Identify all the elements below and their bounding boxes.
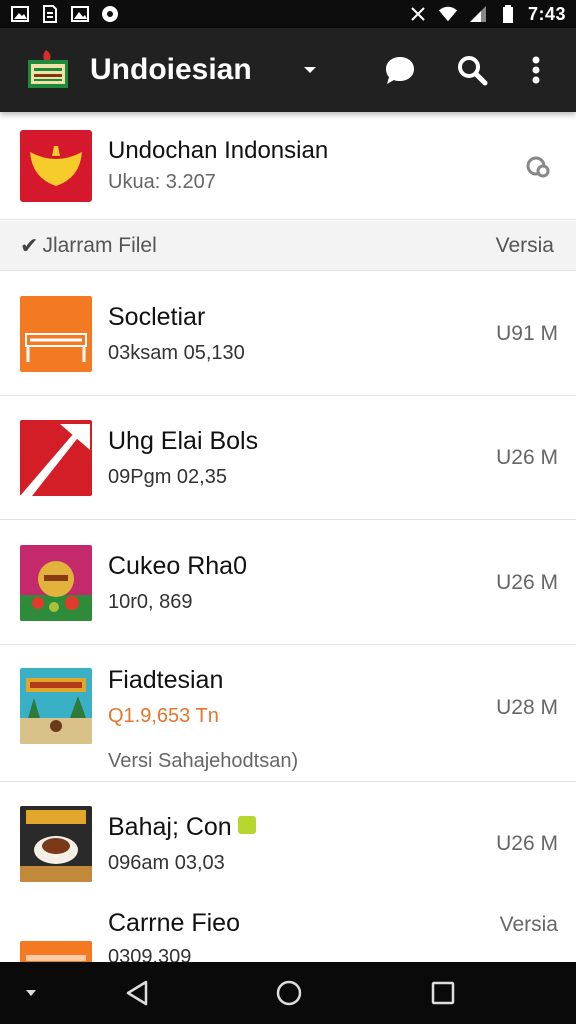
item-subtitle: Q1.9,653 Tn <box>108 705 219 727</box>
wifi-icon <box>438 5 458 23</box>
app-title: Undoiesian <box>90 53 252 86</box>
home-button[interactable] <box>212 962 366 1024</box>
app-bar: Undoiesian <box>0 28 576 112</box>
item-thumbnail <box>20 420 92 496</box>
item-title: Fiadtesian <box>108 666 224 694</box>
list-item[interactable]: Uhg Elai Bols 09Pgm 02,35 U26 M <box>0 397 576 520</box>
item-title: Bahaj; Con <box>108 813 232 841</box>
refresh-icon <box>526 156 550 177</box>
mute-icon <box>408 5 428 23</box>
list-item[interactable]: Fiadtesian Q1.9,653 Tn Versi Sahajehodts… <box>0 646 576 782</box>
file-notification-icon <box>40 5 60 23</box>
chevron-down-icon <box>304 67 316 73</box>
recents-square-icon <box>431 981 455 1005</box>
featured-subtitle: Ukua: 3.207 <box>108 171 216 193</box>
item-size: U26 M <box>496 446 558 469</box>
battery-icon <box>498 5 518 23</box>
featured-title: Undochan Indonsian <box>108 137 329 164</box>
list-item[interactable]: Bahaj; Con 096am 03,03 U26 M <box>0 783 576 905</box>
list-header: ✔ Jlarram Filel Versia <box>0 221 576 271</box>
featured-item[interactable]: Undochan Indonsian Ukua: 3.207 <box>0 112 576 220</box>
search-button[interactable] <box>436 34 508 106</box>
list-header-left-label: Jlarram Filel <box>42 233 157 257</box>
checkmark-icon: ✔ <box>20 232 39 258</box>
item-thumbnail <box>20 295 92 372</box>
item-thumbnail <box>20 668 92 744</box>
overflow-menu-button[interactable] <box>508 34 564 106</box>
item-subtitle: 096am 03,03 <box>108 852 225 874</box>
item-subtitle: 09Pgm 02,35 <box>108 466 227 488</box>
navigation-bar <box>0 962 576 1024</box>
item-title: Socletiar <box>108 302 206 331</box>
chat-bubble-icon <box>386 57 414 84</box>
status-bar: 7:43 <box>0 0 576 28</box>
item-note: Versi Sahajehodtsan) <box>108 750 299 772</box>
home-circle-icon <box>276 980 302 1006</box>
title-dropdown-button[interactable] <box>290 50 330 90</box>
item-title: Uhg Elai Bols <box>108 427 259 455</box>
back-triangle-icon <box>126 980 148 1006</box>
list-item[interactable]: Carrne Fieo 0309.309 Versia <box>0 905 576 962</box>
chevron-down-icon <box>26 990 36 996</box>
back-button[interactable] <box>62 962 212 1024</box>
item-thumbnail <box>20 544 92 621</box>
recents-button[interactable] <box>366 962 520 1024</box>
item-size: U26 M <box>496 832 558 855</box>
item-subtitle: 0309.309 <box>108 946 192 962</box>
item-size: U91 M <box>496 321 558 345</box>
item-size: U28 M <box>496 696 558 719</box>
featured-thumbnail <box>20 129 92 202</box>
item-thumbnail <box>20 941 92 962</box>
chat-button[interactable] <box>364 34 436 106</box>
item-subtitle: 10r0, 869 <box>108 590 193 613</box>
search-icon <box>458 56 488 86</box>
item-size: Versia <box>499 913 558 936</box>
item-subtitle: 03ksam 05,130 <box>108 341 245 364</box>
featured-refresh-button[interactable] <box>518 146 558 186</box>
keyboard-hide-button[interactable] <box>0 962 62 1024</box>
more-vert-icon <box>532 56 540 84</box>
list-item[interactable]: Cukeo Rha0 10r0, 869 U26 M <box>0 521 576 645</box>
app-logo <box>26 48 70 92</box>
item-title: Carrne Fieo <box>108 909 240 937</box>
signal-icon <box>468 5 488 23</box>
item-thumbnail <box>20 806 92 882</box>
item-title: Cukeo Rha0 <box>108 551 247 580</box>
image-notification-icon <box>70 5 90 23</box>
list-header-right-label: Versia <box>495 233 554 257</box>
new-badge-icon <box>237 816 256 835</box>
item-size: U26 M <box>496 570 558 594</box>
record-notification-icon <box>100 5 120 23</box>
gallery-notification-icon <box>10 5 30 23</box>
status-time: 7:43 <box>527 3 566 24</box>
list-item[interactable]: Socletiar 03ksam 05,130 U91 M <box>0 272 576 396</box>
